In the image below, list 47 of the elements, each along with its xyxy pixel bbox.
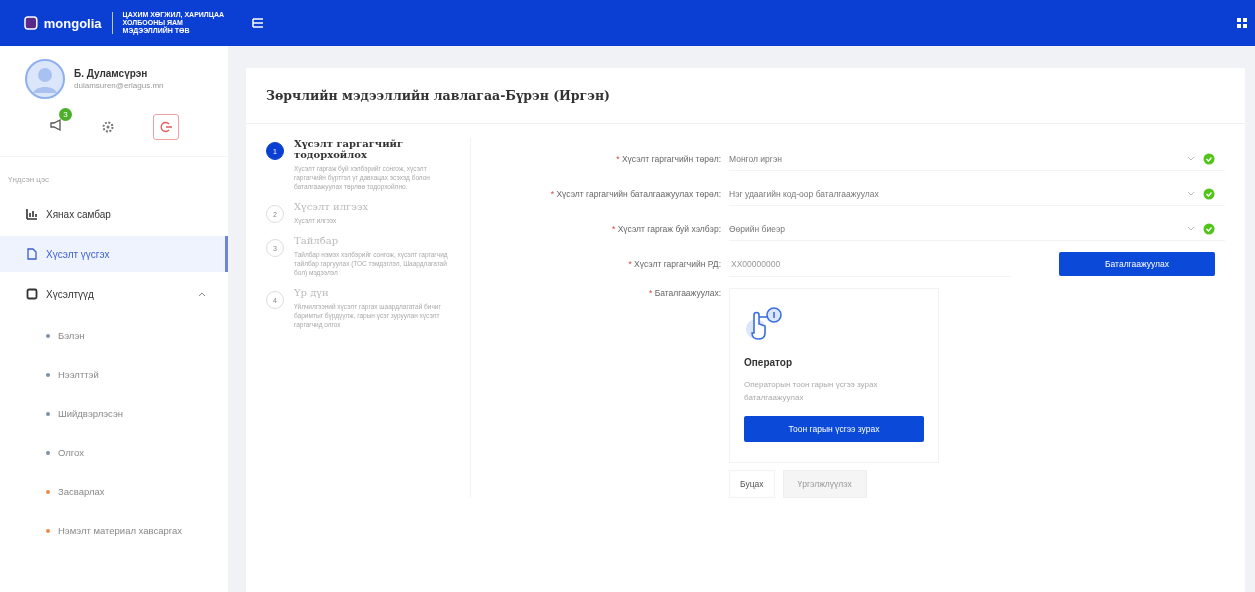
chart-icon <box>26 208 38 220</box>
sidebar-item[interactable]: Хүсэлт үүсгэх <box>0 236 228 272</box>
sidebar-subitem[interactable]: Нэмэлт материал хавсаргах <box>0 511 228 550</box>
step-title: Хүсэлт гаргагчийг тодорхойлох <box>294 138 405 160</box>
sign-button[interactable]: Тоон гарын үсгээ зурах <box>744 416 924 442</box>
user-email: dulamsuren@erlagus.mn <box>74 81 164 90</box>
menu-icon[interactable] <box>252 17 264 29</box>
sidebar-subitem[interactable]: Олгох <box>0 433 228 472</box>
chevron-icon <box>1187 225 1195 232</box>
logo-icon <box>24 16 38 30</box>
logo-text: mongolia <box>43 15 102 31</box>
select-field[interactable]: Өөрийн биеэр <box>729 217 1225 241</box>
step-title: Хүсэлт илгээх <box>294 201 369 212</box>
user-name: Б. Дуламсүрэн <box>74 68 149 79</box>
select-field[interactable]: Нэг удаагийн код-оор баталгаажуулах <box>729 182 1225 206</box>
field-label: * Хүсэлт гаргагчийн төрөл: <box>615 154 721 164</box>
operator-title: Оператор <box>744 357 794 368</box>
collapse-icon[interactable] <box>198 291 206 297</box>
logout-icon <box>159 120 173 134</box>
document-icon <box>26 248 38 260</box>
sidebar-item[interactable]: Хянах самбар <box>0 196 228 232</box>
megaphone-icon[interactable] <box>49 118 63 132</box>
field-label: * Хүсэлт гаргагчийн РД: <box>627 259 721 269</box>
step-title: Үр дүн <box>294 287 330 298</box>
section-label: Үндсэн цэс <box>7 174 50 186</box>
field-label: * Хүсэлт гаргагчийн баталгаажуулах төрөл: <box>549 189 721 199</box>
grid-icon[interactable] <box>1237 18 1247 28</box>
select-field[interactable]: Монгол иргэн <box>729 147 1225 171</box>
settings-icon[interactable] <box>101 120 115 134</box>
logout-button[interactable] <box>153 114 179 140</box>
step-title: Тайлбар <box>294 235 340 246</box>
operator-description: Операторын тоон гарын үсгээ зурах баталгаажуулах <box>744 379 879 404</box>
page-title: Зөрчлийн мэдээллийн лавлагаа-Бүрэн (Иргэн) <box>246 68 1245 124</box>
back-button[interactable]: Буцах <box>729 470 775 498</box>
sidebar-subitem[interactable]: Засварлах <box>0 472 228 511</box>
field-label: * Баталгаажуулах: <box>647 288 721 298</box>
sidebar-item[interactable]: Хүсэлтүүд <box>0 276 228 312</box>
chevron-icon <box>1187 155 1195 162</box>
sidebar-subitem[interactable]: Шийдвэрлэсэн <box>0 394 228 433</box>
verify-button[interactable]: Баталгаажуулах <box>1059 252 1215 276</box>
chevron-icon <box>1187 190 1195 197</box>
field-label: * Хүсэлт гаргаж буй хэлбэр: <box>611 224 721 234</box>
sidebar-subitem[interactable]: Бэлэн <box>0 316 228 355</box>
notification-badge: 3 <box>59 108 72 121</box>
box-icon <box>26 288 38 300</box>
avatar-icon <box>24 58 66 100</box>
sidebar-subitem[interactable]: Нээлттэй <box>0 355 228 394</box>
